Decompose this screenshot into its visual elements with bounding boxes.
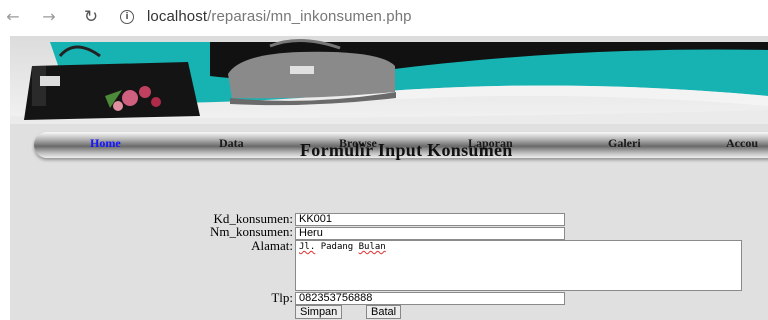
kd-konsumen-input[interactable]: KK001 (295, 213, 565, 226)
browser-toolbar: ← → ↻ i localhost/reparasi/mn_inkonsumen… (0, 0, 768, 36)
address-bar[interactable]: localhost/reparasi/mn_inkonsumen.php (147, 8, 412, 25)
form-title: Formulir Input Konsumen (300, 140, 513, 160)
alamat-label: Alamat: (251, 238, 293, 253)
nm-konsumen-input[interactable]: Heru (295, 227, 565, 240)
alamat-word: Bulan (358, 242, 386, 252)
menu-item-home[interactable]: Home (90, 136, 121, 151)
banner-graphic (10, 38, 768, 124)
alamat-word: Padang (320, 242, 354, 252)
simpan-button[interactable]: Simpan (295, 305, 343, 319)
menu-item-account[interactable]: Accou (726, 136, 758, 151)
tlp-input[interactable]: 082353756888 (295, 292, 565, 305)
menu-item-galeri[interactable]: Galeri (608, 136, 641, 151)
url-path: /reparasi/mn_inkonsumen.php (207, 8, 412, 25)
back-arrow-icon[interactable]: ← (2, 6, 24, 28)
forward-arrow-icon[interactable]: → (38, 6, 60, 28)
header-banner (10, 36, 768, 124)
tlp-label: Tlp: (271, 290, 293, 305)
batal-button[interactable]: Batal (366, 305, 402, 319)
site-info-icon[interactable]: i (120, 10, 134, 24)
alamat-textarea[interactable]: Jl. Padang Bulan (295, 240, 742, 291)
url-host: localhost (147, 8, 208, 25)
reload-icon[interactable]: ↻ (80, 6, 102, 28)
menu-item-data[interactable]: Data (219, 136, 244, 151)
alamat-word: Jl. (299, 242, 316, 252)
